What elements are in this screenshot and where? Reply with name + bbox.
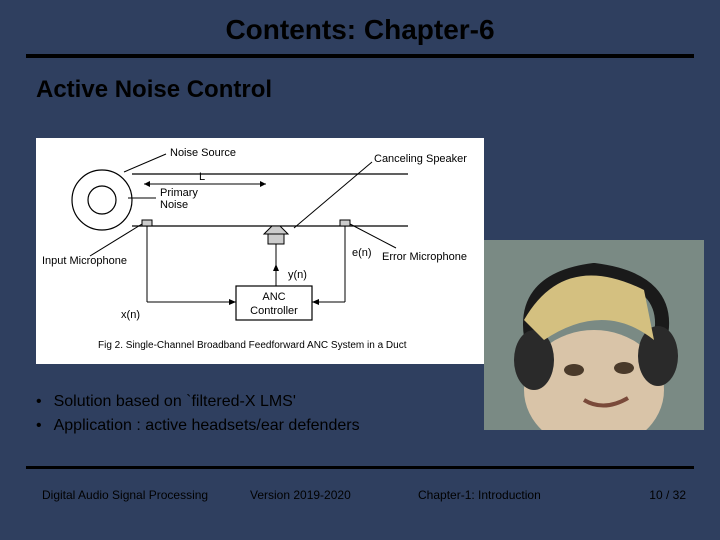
bullet-text: Application : active headsets/ear defend… [54,414,360,438]
label-e: e(n) [352,247,372,259]
anc-diagram: L ANC Controller x(n) y(n) [36,138,484,364]
bullet-text: Solution based on `filtered-X LMS' [54,390,296,414]
label-L: L [199,171,205,183]
label-x: x(n) [121,309,140,321]
slide: Contents: Chapter-6 Active Noise Control… [0,0,720,540]
page-current: 10 [649,488,662,502]
label-noise-source: Noise Source [170,147,236,159]
footer-version: Version 2019-2020 [250,488,351,502]
label-y: y(n) [288,269,307,281]
footer-course: Digital Audio Signal Processing [42,488,208,502]
label-primary-1: Primary [160,187,198,199]
bullet-list: • Solution based on `filtered-X LMS' • A… [36,390,360,438]
diagram-caption: Fig 2. Single-Channel Broadband Feedforw… [98,340,407,351]
slide-title: Contents: Chapter-6 [0,0,720,46]
footer-page: 10 / 32 [649,488,686,502]
label-canceling-speaker: Canceling Speaker [374,153,467,165]
divider-bottom [26,466,694,469]
label-error-mic: Error Microphone [382,251,467,263]
page-sep: / [663,488,673,502]
bullet-marker: • [36,414,42,438]
bullet-item: • Solution based on `filtered-X LMS' [36,390,360,414]
label-anc-2: Controller [250,305,298,317]
bullet-marker: • [36,390,42,414]
label-input-mic: Input Microphone [42,255,127,267]
label-anc-1: ANC [262,291,285,303]
footer-chapter: Chapter-1: Introduction [418,488,541,502]
bullet-item: • Application : active headsets/ear defe… [36,414,360,438]
label-primary-2: Noise [160,199,188,211]
page-total: 32 [673,488,686,502]
headset-photo [484,240,704,430]
slide-subtitle: Active Noise Control [0,58,720,104]
